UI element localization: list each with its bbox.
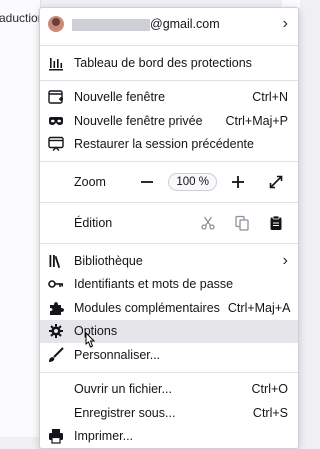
edit-row: Édition <box>40 208 298 238</box>
addons-label: Modules complémentaires <box>74 300 220 315</box>
copy-icon[interactable] <box>230 211 254 235</box>
logins-passwords-item[interactable]: Identifiants et mots de passe <box>40 273 298 297</box>
protections-dashboard-item[interactable]: Tableau de bord des protections <box>40 51 298 75</box>
email-suffix: @gmail.com <box>150 17 220 31</box>
save-as-label: Enregistrer sous... <box>74 405 176 420</box>
logins-passwords-label: Identifiants et mots de passe <box>74 277 234 292</box>
printer-icon <box>48 428 64 444</box>
print-label: Imprimer... <box>74 429 134 444</box>
save-as-item[interactable]: Enregistrer sous... Ctrl+S <box>40 401 298 425</box>
separator <box>40 243 298 244</box>
puzzle-icon <box>48 300 64 316</box>
library-label: Bibliothèque <box>74 253 143 268</box>
open-file-item[interactable]: Ouvrir un fichier... Ctrl+O <box>40 378 298 402</box>
zoom-label: Zoom <box>74 175 106 189</box>
options-item[interactable]: Options <box>40 319 298 348</box>
save-as-shortcut: Ctrl+S <box>252 405 288 420</box>
paste-icon[interactable] <box>264 211 288 235</box>
background-page: aduction <box>0 0 45 437</box>
app-menu-panel: @gmail.com › Tableau de bord des protect… <box>39 7 299 449</box>
separator <box>40 161 298 162</box>
zoom-reset-button[interactable]: 100 % <box>168 173 217 191</box>
new-window-label: Nouvelle fenêtre <box>74 90 166 105</box>
library-icon <box>48 253 64 269</box>
print-item[interactable]: Imprimer... <box>40 425 298 449</box>
key-icon <box>48 276 64 292</box>
restore-session-label: Restaurer la session précédente <box>74 137 254 152</box>
cut-icon[interactable] <box>196 211 220 235</box>
restore-session-item[interactable]: Restaurer la session précédente <box>40 133 298 157</box>
zoom-out-button[interactable] <box>135 170 159 194</box>
private-mask-icon <box>48 113 64 129</box>
edit-label: Édition <box>74 216 113 230</box>
library-item[interactable]: Bibliothèque › <box>40 249 298 273</box>
open-file-label: Ouvrir un fichier... <box>74 382 172 397</box>
separator <box>40 45 298 46</box>
account-email: @gmail.com <box>72 17 283 31</box>
new-window-icon <box>48 89 64 105</box>
gear-icon <box>48 323 64 339</box>
bar-chart-icon <box>48 55 64 71</box>
new-window-shortcut: Ctrl+N <box>252 90 288 105</box>
separator <box>40 79 298 81</box>
protections-label: Tableau de bord des protections <box>74 55 252 70</box>
new-window-item[interactable]: Nouvelle fenêtre Ctrl+N <box>40 86 298 110</box>
zoom-in-button[interactable] <box>226 170 250 194</box>
chevron-right-icon: › <box>282 15 288 32</box>
new-private-window-item[interactable]: Nouvelle fenêtre privée Ctrl+Maj+P <box>40 109 298 133</box>
account-item[interactable]: @gmail.com › <box>40 8 298 40</box>
restore-session-icon <box>48 136 64 152</box>
chevron-right-icon: › <box>282 251 288 269</box>
addons-shortcut: Ctrl+Maj+A <box>227 300 291 315</box>
new-private-window-label: Nouvelle fenêtre privée <box>74 113 203 128</box>
open-file-shortcut: Ctrl+O <box>251 382 288 397</box>
addons-item[interactable]: Modules complémentaires Ctrl+Maj+A <box>40 296 298 320</box>
zoom-row: Zoom 100 % <box>40 167 298 197</box>
separator <box>40 371 298 373</box>
background-page-text: aduction <box>0 11 45 25</box>
paintbrush-icon <box>48 347 64 363</box>
separator <box>40 202 298 203</box>
new-private-window-shortcut: Ctrl+Maj+P <box>225 113 288 128</box>
options-label: Options <box>74 324 118 339</box>
customize-label: Personnaliser... <box>74 347 161 362</box>
fullscreen-icon[interactable] <box>264 170 288 194</box>
avatar <box>48 16 64 32</box>
email-redaction <box>72 18 150 31</box>
customize-item[interactable]: Personnaliser... <box>40 343 298 367</box>
